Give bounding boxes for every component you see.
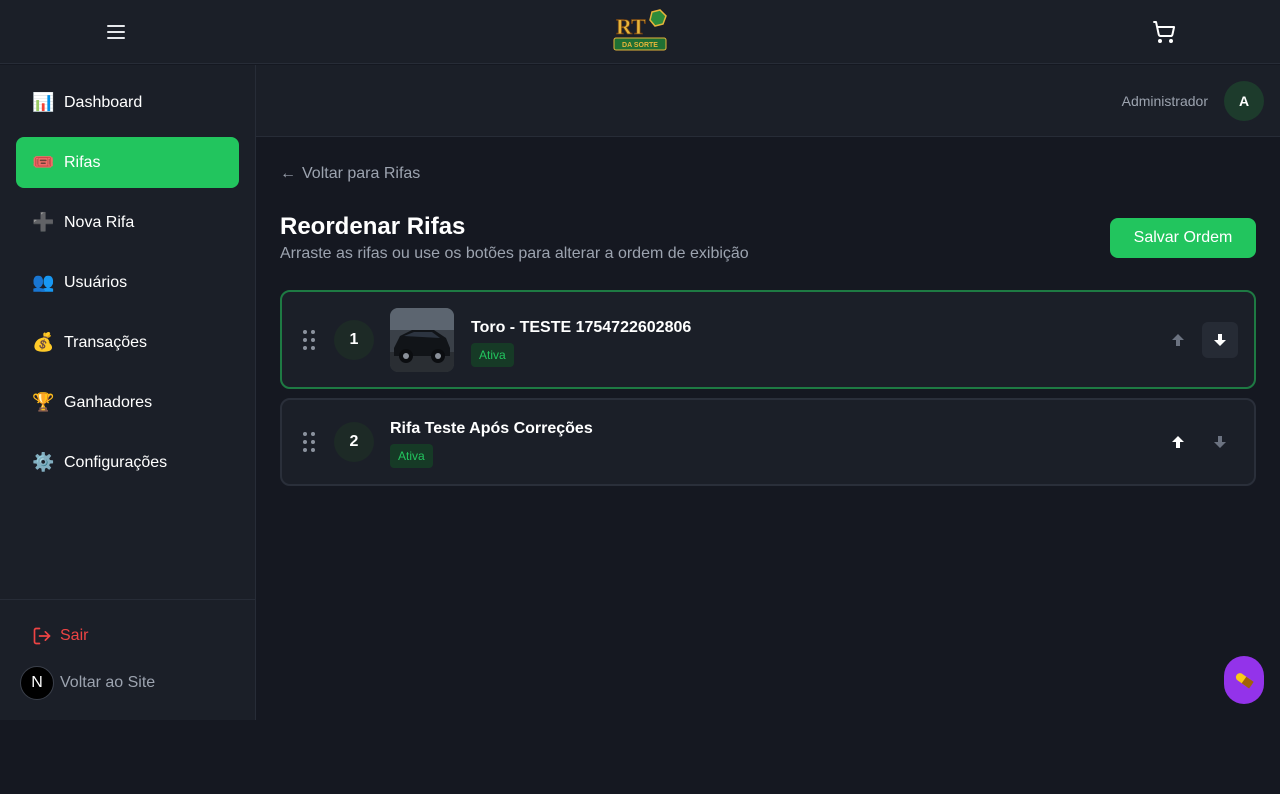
raffle-title: Toro - TESTE 1754722602806 — [471, 319, 692, 336]
svg-text:DA SORTE: DA SORTE — [622, 42, 658, 49]
floating-action-button[interactable] — [1224, 656, 1264, 704]
arrow-left-icon: ← — [280, 165, 296, 182]
arrow-up-icon — [1172, 436, 1184, 448]
raffle-image — [390, 308, 454, 372]
back-to-raffles-link[interactable]: ← Voltar para Rifas — [280, 165, 420, 183]
logout-icon — [33, 627, 51, 645]
move-down-button[interactable] — [1202, 424, 1238, 460]
site-avatar: N — [20, 666, 54, 700]
sidebar-item-label: Ganhadores — [64, 393, 153, 411]
sidebar-item-nova-rifa[interactable]: ➕ Nova Rifa — [16, 197, 239, 248]
money-bag-icon: 💰 — [32, 331, 55, 353]
back-link-label: Voltar para Rifas — [302, 165, 421, 182]
svg-text:RT: RT — [616, 14, 646, 39]
brand-logo[interactable]: RT DA SORTE — [610, 8, 670, 56]
avatar[interactable]: A — [1224, 81, 1264, 121]
back-to-site-button[interactable]: N Voltar ao Site — [20, 666, 155, 700]
plus-icon: ➕ — [32, 211, 55, 233]
sidebar-item-dashboard[interactable]: 📊 Dashboard — [16, 77, 239, 128]
arrow-down-icon — [1214, 334, 1226, 346]
arrow-down-icon — [1214, 436, 1226, 448]
pill-icon — [1235, 673, 1254, 689]
users-icon: 👥 — [32, 271, 55, 293]
admin-header: Administrador A — [256, 65, 1280, 137]
sidebar-item-label: Transações — [64, 333, 147, 351]
position-badge: 2 — [334, 422, 374, 462]
sidebar-item-transacoes[interactable]: 💰 Transações — [16, 317, 239, 368]
raffle-card[interactable]: 2 Rifa Teste Após Correções Ativa — [280, 398, 1256, 486]
raffle-title: Rifa Teste Após Correções — [390, 420, 593, 437]
save-order-button[interactable]: Salvar Ordem — [1110, 218, 1256, 258]
chart-icon: 📊 — [32, 91, 55, 113]
sidebar-item-label: Nova Rifa — [64, 213, 135, 231]
arrow-up-icon — [1172, 334, 1184, 346]
logout-label: Sair — [60, 627, 89, 644]
page-title: Reordenar Rifas — [280, 213, 466, 240]
page-subtitle: Arraste as rifas ou use os botões para a… — [280, 245, 749, 262]
sidebar-item-label: Configurações — [64, 453, 168, 471]
sidebar-item-label: Rifas — [64, 153, 101, 171]
sidebar-item-usuarios[interactable]: 👥 Usuários — [16, 257, 239, 308]
move-up-button[interactable] — [1160, 322, 1196, 358]
ticket-icon: 🎟️ — [32, 151, 55, 173]
sidebar-footer: Sair N Voltar ao Site — [0, 599, 256, 720]
move-up-button[interactable] — [1160, 424, 1196, 460]
sidebar-item-rifas[interactable]: 🎟️ Rifas — [16, 137, 239, 188]
sidebar-item-ganhadores[interactable]: 🏆 Ganhadores — [16, 377, 239, 428]
move-down-button[interactable] — [1202, 322, 1238, 358]
back-to-site-label: Voltar ao Site — [60, 674, 156, 691]
drag-handle-icon[interactable] — [301, 328, 317, 352]
status-badge: Ativa — [390, 444, 433, 468]
sidebar: 📊 Dashboard 🎟️ Rifas ➕ Nova Rifa 👥 Usuár… — [0, 65, 256, 720]
raffle-card[interactable]: 1 Toro - TESTE 1754722602806 Ativa — [280, 290, 1256, 389]
menu-icon[interactable] — [104, 20, 128, 44]
trophy-icon: 🏆 — [32, 391, 55, 413]
cart-icon[interactable] — [1152, 20, 1176, 44]
gear-icon: ⚙️ — [32, 451, 55, 473]
sidebar-item-label: Usuários — [64, 273, 128, 291]
position-badge: 1 — [334, 320, 374, 360]
status-badge: Ativa — [471, 343, 514, 367]
admin-name: Administrador — [1121, 93, 1208, 109]
sidebar-item-configuracoes[interactable]: ⚙️ Configurações — [16, 437, 239, 488]
logout-button[interactable]: Sair — [32, 626, 88, 646]
drag-handle-icon[interactable] — [301, 430, 317, 454]
top-bar: RT DA SORTE — [0, 0, 1280, 64]
sidebar-item-label: Dashboard — [64, 93, 143, 111]
